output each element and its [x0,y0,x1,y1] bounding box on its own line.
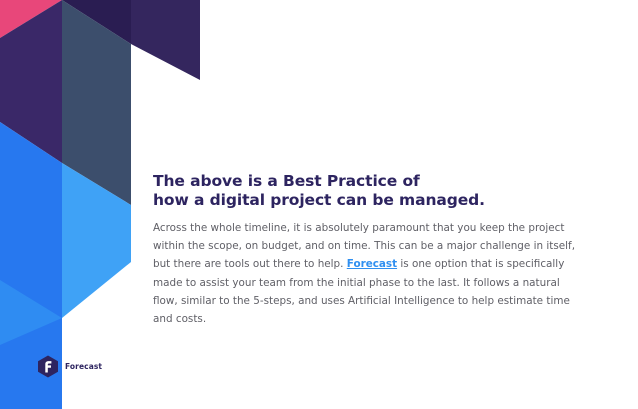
brand-name: Forecast [65,362,103,371]
forecast-hexagon-logo-icon [38,355,58,378]
body-line-2: within the scope, on budget, and on time… [153,240,575,253]
forecast-link[interactable]: Forecast [347,258,397,270]
footer-brand: Forecast [37,355,102,378]
page-heading: The above is a Best Practice of how a di… [153,172,598,210]
body-line-3-start: but there are tools out there to help. [153,258,347,271]
body-line-3-end: is one option that is specifically [397,258,565,271]
body-line-3: but there are tools out there to help. F… [153,255,598,273]
main-content: The above is a Best Practice of how a di… [153,172,598,328]
body-paragraph: Across the whole timeline, it is absolut… [153,219,598,328]
body-line-4: made to assist your team from the initia… [153,276,560,289]
navy-shape [131,0,200,80]
body-line-5: flow, similar to the 5-steps, and uses A… [153,294,570,307]
heading-line-2: how a digital project can be managed. [153,191,485,209]
heading-line-1: The above is a Best Practice of [153,172,420,190]
body-line-6: and costs. [153,313,207,326]
body-line-1: Across the whole timeline, it is absolut… [153,222,565,234]
